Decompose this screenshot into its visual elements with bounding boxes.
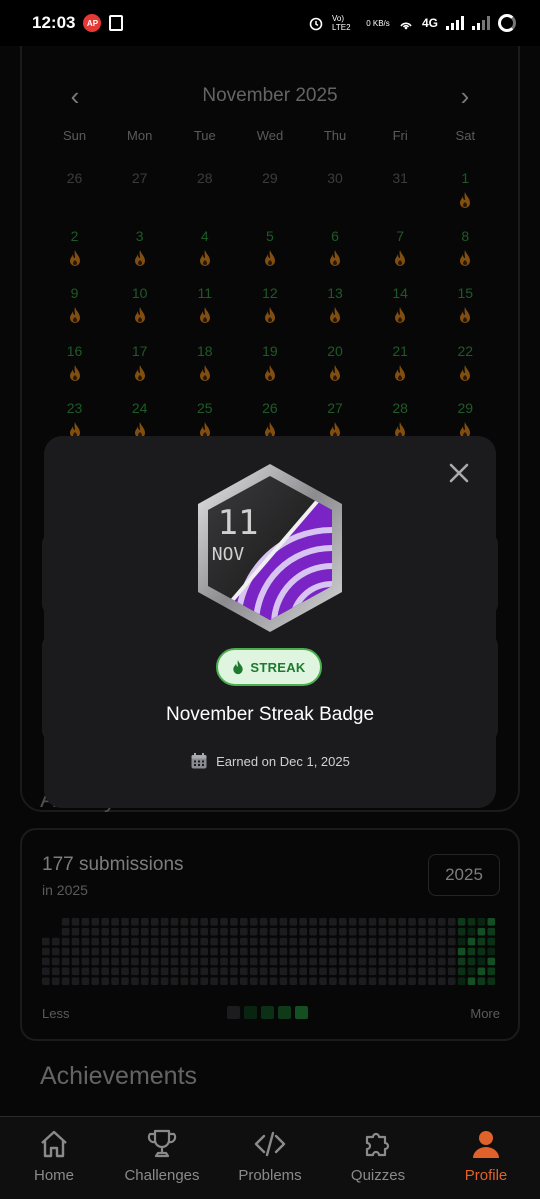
calendar-icon bbox=[191, 753, 207, 769]
badge-modal: 11 NOV STREAK November Streak Badge Earn… bbox=[44, 436, 496, 808]
volte-label: Vo) LTE2 bbox=[331, 14, 351, 32]
person-icon bbox=[473, 1131, 499, 1158]
bottom-navigation: Home Challenges Problems Quizzes Profile bbox=[0, 1116, 540, 1199]
puzzle-icon bbox=[365, 1132, 390, 1157]
flame-icon bbox=[233, 659, 244, 674]
hotspot-icon bbox=[400, 22, 412, 30]
code-icon bbox=[254, 1131, 286, 1157]
battery-ring-icon bbox=[498, 14, 516, 32]
badge-title: November Streak Badge bbox=[165, 704, 375, 725]
streak-tag-label: STREAK bbox=[250, 659, 306, 675]
badge-day-text: 11 bbox=[218, 503, 259, 543]
tab-challenges-label: Challenges bbox=[124, 1167, 200, 1184]
earned-date-text: Earned on Dec 1, 2025 bbox=[216, 753, 350, 769]
tab-home[interactable]: Home bbox=[0, 1117, 108, 1199]
badge-month-text: NOV bbox=[212, 544, 245, 565]
network-type: 4G bbox=[421, 16, 438, 30]
signal-icon bbox=[446, 16, 464, 30]
tab-profile[interactable]: Profile bbox=[432, 1117, 540, 1199]
tab-problems[interactable]: Problems bbox=[216, 1117, 324, 1199]
november-badge-image: 11 NOV bbox=[198, 464, 342, 632]
status-icons: Vo) LTE2 0 KB/s 4G bbox=[308, 14, 516, 32]
tab-problems-label: Problems bbox=[238, 1167, 302, 1184]
tab-home-label: Home bbox=[33, 1167, 74, 1184]
trophy-icon bbox=[147, 1129, 177, 1158]
earned-date-row: Earned on Dec 1, 2025 bbox=[44, 752, 496, 770]
home-icon bbox=[41, 1130, 67, 1158]
streak-tag: STREAK bbox=[216, 648, 322, 686]
tab-quizzes[interactable]: Quizzes bbox=[324, 1117, 432, 1199]
signal-icon-2 bbox=[472, 16, 490, 30]
tab-challenges[interactable]: Challenges bbox=[108, 1117, 216, 1199]
ap-icon: AP bbox=[83, 14, 102, 32]
tab-quizzes-label: Quizzes bbox=[350, 1167, 406, 1184]
sim-icon bbox=[109, 15, 124, 31]
tab-profile-label: Profile bbox=[464, 1167, 508, 1184]
status-bar: 12:03 AP Vo) LTE2 0 KB/s 4G bbox=[0, 0, 540, 46]
status-time: 12:03 bbox=[32, 13, 76, 32]
close-icon[interactable] bbox=[444, 458, 474, 488]
alarm-icon bbox=[309, 17, 323, 31]
net-speed: 0 KB/s bbox=[366, 18, 390, 28]
